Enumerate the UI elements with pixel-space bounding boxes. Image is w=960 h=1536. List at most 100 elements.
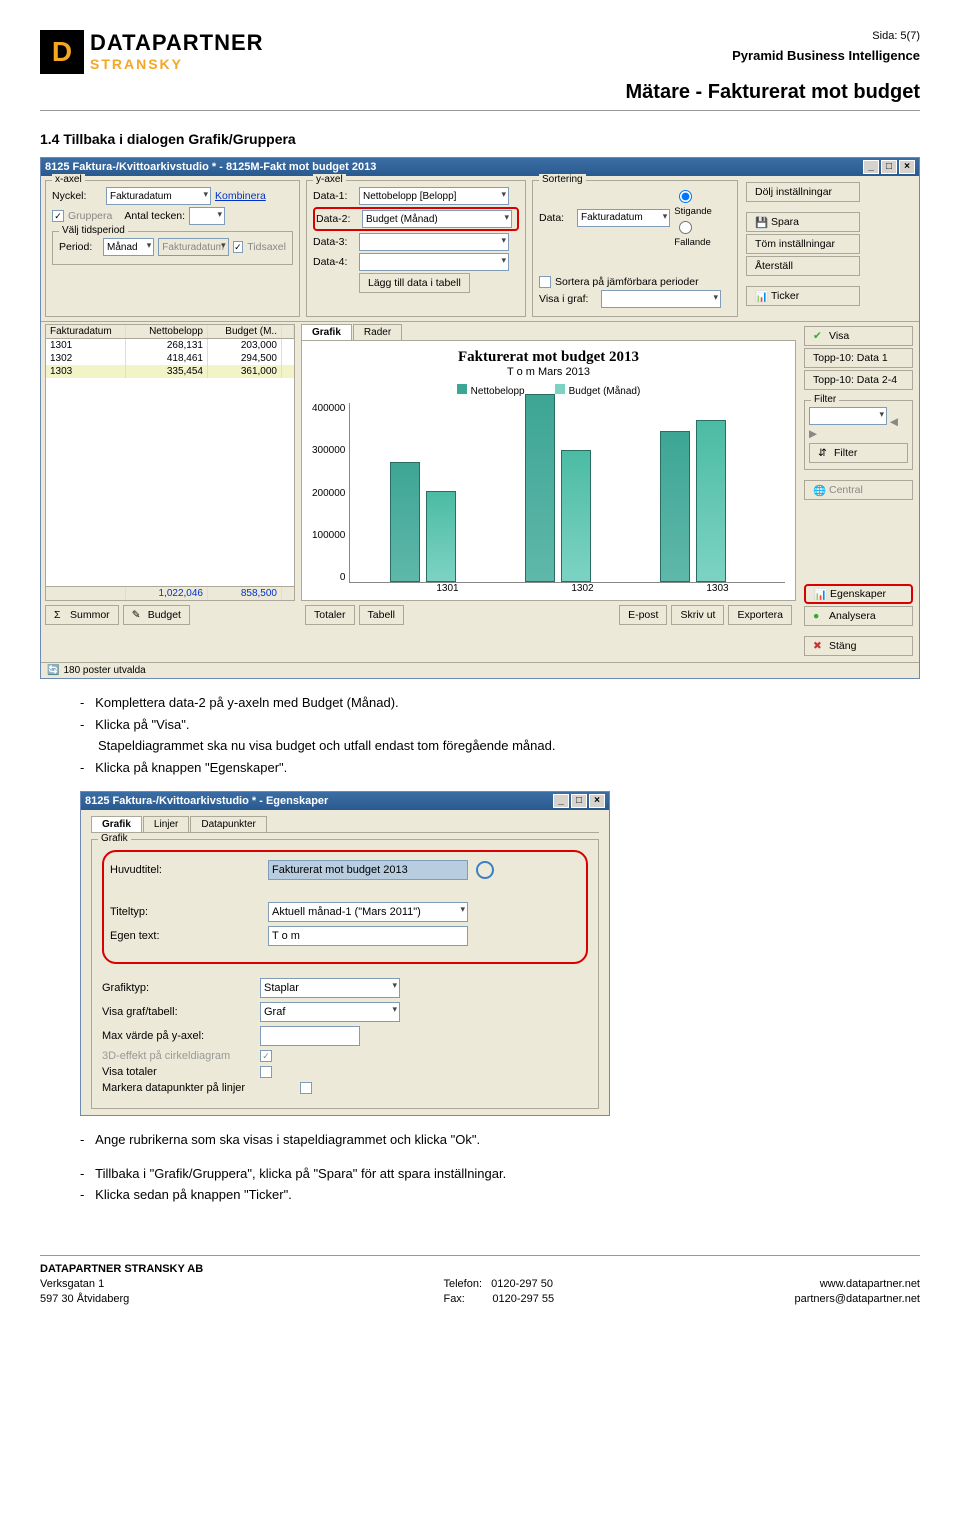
nyckel-select[interactable]: Fakturadatum: [106, 187, 211, 205]
analysera-button[interactable]: ●Analysera: [804, 606, 913, 626]
stigande-radio[interactable]: [679, 190, 692, 203]
visatot-checkbox[interactable]: [260, 1066, 272, 1078]
data4-select[interactable]: [359, 253, 509, 271]
status-bar: 🔄 180 poster utvalda: [41, 662, 919, 678]
page-footer: DATAPARTNER STRANSKY AB Verksgatan 1 597…: [40, 1255, 920, 1308]
egenskaper-button[interactable]: 📊Egenskaper: [804, 584, 913, 604]
close-button[interactable]: ×: [899, 160, 915, 174]
markera-checkbox[interactable]: [300, 1082, 312, 1094]
footer-mail: partners@datapartner.net: [794, 1292, 920, 1307]
ticker-button[interactable]: 📊Ticker: [746, 286, 860, 306]
data3-select[interactable]: [359, 233, 509, 251]
minimize-button[interactable]: _: [863, 160, 879, 174]
tab2-data[interactable]: Datapunkter: [190, 816, 266, 832]
visagraf-select[interactable]: Graf: [260, 1002, 400, 1022]
save-icon: 💾: [755, 216, 767, 228]
chart-area: Fakturerat mot budget 2013 T o m Mars 20…: [301, 340, 796, 601]
data1-select[interactable]: Nettobelopp [Belopp]: [359, 187, 509, 205]
next-icon[interactable]: ▶: [809, 428, 817, 440]
dolj-button[interactable]: Dölj inställningar: [746, 182, 860, 202]
summor-button[interactable]: ΣSummor: [45, 605, 119, 625]
close-button-2[interactable]: ×: [589, 794, 605, 808]
minimize-button-2[interactable]: _: [553, 794, 569, 808]
globe-icon: 🌐: [813, 484, 825, 496]
aterstall-button[interactable]: Återställ: [746, 256, 860, 276]
fakturadatum-select: Fakturadatum: [158, 238, 228, 256]
threeD-checkbox: ✓: [260, 1050, 272, 1062]
brand-name: DATAPARTNER: [90, 30, 264, 56]
pbi-label: Pyramid Business Intelligence: [626, 48, 920, 63]
tidsaxel-checkbox[interactable]: ✓: [233, 241, 244, 253]
sortera-jam-checkbox[interactable]: [539, 276, 551, 288]
filter-icon: ⇵: [818, 447, 830, 459]
fallande-radio[interactable]: [679, 221, 692, 234]
side-buttons-right: ✔Visa Topp-10: Data 1 Topp-10: Data 2-4 …: [802, 324, 915, 658]
page-header: D DATAPARTNER STRANSKY Sida: 5(7) Pyrami…: [40, 30, 920, 111]
table-row[interactable]: 1303 335,454 361,000: [46, 365, 294, 378]
bar-1302-netto: [525, 394, 555, 582]
bar-1301-budget: [426, 491, 456, 582]
lagg-till-button[interactable]: Lägg till data i tabell: [359, 273, 470, 293]
tom-button[interactable]: Töm inställningar: [746, 234, 860, 254]
bar-1303-budget: [696, 420, 726, 582]
bar-1303-netto: [660, 431, 690, 582]
topp10-1-button[interactable]: Topp-10: Data 1: [804, 348, 913, 368]
side-buttons-top: Dölj inställningar 💾Spara Töm inställnin…: [744, 180, 862, 317]
close-icon: ✖: [813, 640, 825, 652]
footer-addr1: Verksgatan 1: [40, 1277, 203, 1292]
bar-1301-netto: [390, 462, 420, 582]
page-number: Sida: 5(7): [626, 30, 920, 42]
tab-rader[interactable]: Rader: [353, 324, 402, 340]
tab-grafik[interactable]: Grafik: [301, 324, 352, 340]
chart-icon: 📊: [755, 290, 767, 302]
chart-subtitle: T o m Mars 2013: [312, 366, 785, 378]
filter-select[interactable]: [809, 407, 887, 425]
maxy-input[interactable]: [260, 1026, 360, 1046]
refresh-icon[interactable]: 🔄: [47, 665, 59, 676]
stang-button[interactable]: ✖Stäng: [804, 636, 913, 656]
prev-icon[interactable]: ◀: [890, 416, 898, 428]
tab2-grafik[interactable]: Grafik: [91, 816, 142, 832]
egentext-input[interactable]: T o m: [268, 926, 468, 946]
logo: D DATAPARTNER STRANSKY: [40, 30, 264, 104]
antal-tecken-select[interactable]: [189, 207, 225, 225]
xaxis-group: x-axel Nyckel: Fakturadatum Kombinera ✓ …: [45, 180, 300, 317]
huvudtitel-input[interactable]: Fakturerat mot budget 2013: [268, 860, 468, 880]
table-row[interactable]: 1301 268,131 203,000: [46, 339, 294, 352]
gruppera-checkbox[interactable]: ✓: [52, 210, 64, 222]
data2-select[interactable]: Budget (Månad): [362, 210, 512, 228]
legend-swatch-1: [457, 384, 467, 394]
search-icon[interactable]: [476, 861, 494, 879]
budget-button[interactable]: ✎Budget: [123, 605, 190, 625]
footer-addr2: 597 30 Åtvidaberg: [40, 1292, 203, 1307]
titeltyp-select[interactable]: Aktuell månad-1 ("Mars 2011"): [268, 902, 468, 922]
grafiktyp-select[interactable]: Staplar: [260, 978, 400, 998]
visa-graf-select[interactable]: [601, 290, 721, 308]
filter-button[interactable]: ⇵Filter: [809, 443, 908, 463]
spara-button[interactable]: 💾Spara: [746, 212, 860, 232]
tab2-linjer[interactable]: Linjer: [143, 816, 189, 832]
visa-button[interactable]: ✔Visa: [804, 326, 913, 346]
epost-button[interactable]: E-post: [619, 605, 667, 625]
skrivut-button[interactable]: Skriv ut: [671, 605, 724, 625]
brand-sub: STRANSKY: [90, 56, 264, 72]
sum-icon: Σ: [54, 609, 66, 621]
topp10-24-button[interactable]: Topp-10: Data 2-4: [804, 370, 913, 390]
plot-grid: [349, 403, 785, 583]
y-axis: 400000 300000 200000 100000 0: [312, 403, 349, 583]
x-axis: 1301 1302 1303: [350, 583, 785, 594]
kombinera-link[interactable]: Kombinera: [215, 190, 266, 202]
exportera-button[interactable]: Exportera: [728, 605, 792, 625]
props-icon: 📊: [814, 588, 826, 600]
totaler-button[interactable]: Totaler: [305, 605, 355, 625]
titlebar: 8125 Faktura-/Kvittoarkivstudio * - 8125…: [41, 158, 919, 176]
sort-data-select[interactable]: Fakturadatum: [577, 209, 670, 227]
check-icon: ✔: [813, 330, 825, 342]
period-select[interactable]: Månad: [103, 238, 154, 256]
table-row[interactable]: 1302 418,461 294,500: [46, 352, 294, 365]
legend-swatch-2: [555, 384, 565, 394]
maximize-button[interactable]: □: [881, 160, 897, 174]
window-title-2: 8125 Faktura-/Kvittoarkivstudio * - Egen…: [85, 795, 328, 807]
maximize-button-2[interactable]: □: [571, 794, 587, 808]
tabell-button[interactable]: Tabell: [359, 605, 404, 625]
